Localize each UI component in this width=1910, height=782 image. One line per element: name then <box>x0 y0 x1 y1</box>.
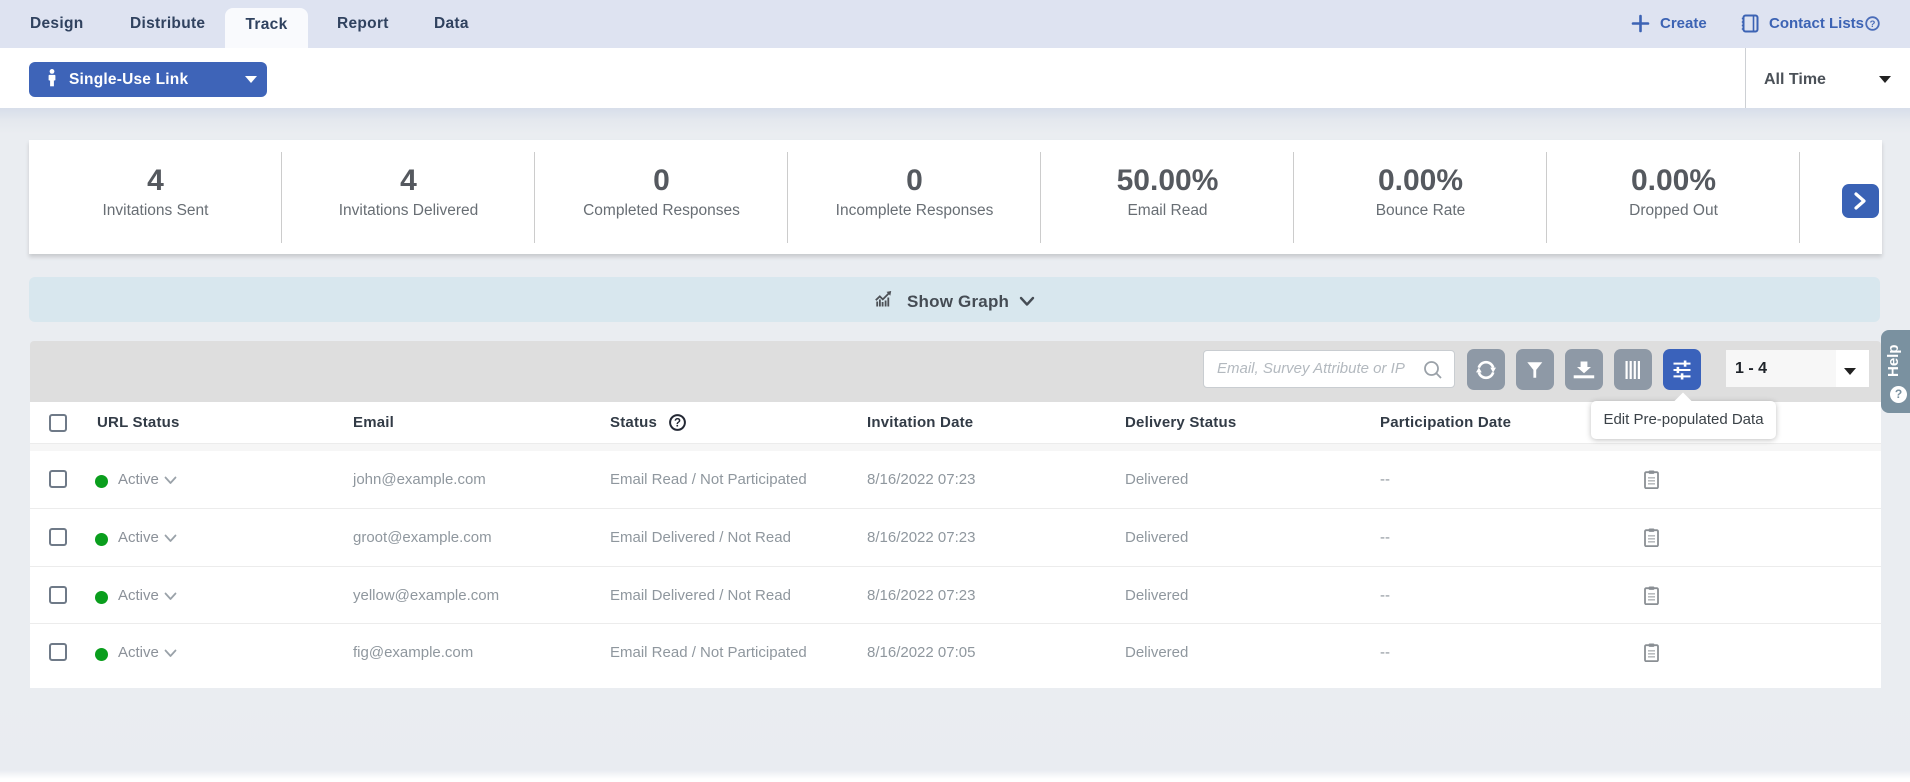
svg-text:?: ? <box>674 418 681 430</box>
svg-text:?: ? <box>1870 19 1876 30</box>
